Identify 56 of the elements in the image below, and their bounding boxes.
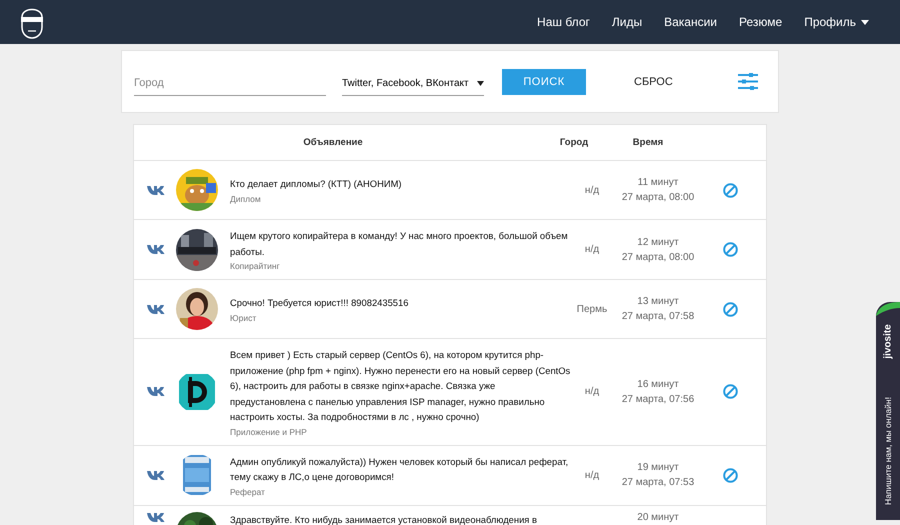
post-date: 27 марта, 07:56 (622, 394, 694, 405)
lead-category: Диплом (230, 194, 262, 204)
nav-link[interactable]: Лиды (600, 11, 654, 33)
nav-link[interactable]: Профиль (793, 11, 880, 33)
vk-icon[interactable] (147, 470, 165, 480)
lead-category: Копирайтинг (230, 261, 281, 271)
lead-category: Приложение и PHP (230, 426, 308, 436)
vk-icon[interactable] (147, 244, 165, 255)
lead-title[interactable]: Всем привет ) Есть старый сервер (CentOs 6), на котором крутится php-приложение (php fpm + nginx). Нужно перенести его на новый сервер (CentOs 6), настроить для работы в связке nginx+apache. Связка уже предустановлена с панелью управления ISP manager, нужно правильно настроить хосты. За подробностями в лс , нужно срочно) (230, 347, 572, 424)
post-date: 27 марта, 07:58 (622, 311, 694, 322)
reset-button[interactable]: СБРОС (628, 74, 679, 88)
lead-title[interactable]: Админ опубликуй пожалуйста)) Нужен человек который бы написал реферат, тему скажу в ЛС,о цене договоримся! (230, 454, 572, 484)
lead-title[interactable]: Ищем крутого копирайтера в команду! У нас много проектов, большой объем работы. (230, 228, 572, 259)
chat-label: Напишите нам, мы онлайн! (883, 396, 893, 505)
post-date: 27 марта, 08:00 (622, 192, 694, 203)
city-field[interactable]: Город (134, 71, 326, 96)
filter-settings-icon[interactable] (738, 73, 758, 90)
vk-icon[interactable] (147, 386, 165, 398)
lead-title[interactable]: Кто делает дипломы? (КТТ) (АНОНИМ) (230, 176, 572, 192)
chat-widget[interactable]: jivosite Напишите нам, мы онлайн! (876, 302, 900, 520)
vk-icon[interactable] (147, 304, 165, 314)
lead-city: н/д (584, 386, 600, 398)
lead-city: н/д (584, 470, 600, 480)
chat-brand: jivosite (882, 324, 894, 360)
caret-icon[interactable] (477, 80, 484, 86)
time-ago: 13 минут (637, 296, 679, 307)
lead-category: Юрист (230, 312, 258, 323)
lead-title[interactable]: Срочно! Требуется юрист!!! 89082435516 (230, 295, 572, 311)
lead-title[interactable]: Здравствуйте. Кто нибудь занимается установкой видеонаблюдения в (230, 512, 572, 525)
nav-link[interactable]: Резюме (728, 11, 794, 33)
nav-link[interactable]: Наш блог (526, 11, 601, 33)
vk-icon[interactable] (147, 512, 165, 522)
column-header: Город (558, 137, 590, 148)
block-icon[interactable] (722, 302, 738, 316)
vk-icon[interactable] (147, 184, 165, 196)
time-ago: 20 минут (637, 512, 679, 522)
post-date: 27 марта, 08:00 (622, 252, 694, 262)
lead-city: н/д (584, 244, 600, 255)
block-icon[interactable] (722, 242, 738, 257)
leaf-icon (876, 302, 900, 316)
caret-icon[interactable] (861, 20, 869, 24)
column-header: Время (632, 137, 664, 148)
block-icon[interactable] (722, 384, 738, 400)
time-ago: 19 минут (637, 462, 679, 473)
time-ago: 11 минут (638, 177, 678, 188)
source-dropdown[interactable]: Twitter, Facebook, ВКонтакт (342, 72, 484, 96)
block-icon[interactable] (722, 182, 738, 198)
time-ago: 16 минут (637, 378, 679, 390)
nav-link[interactable]: Вакансии (653, 11, 728, 33)
lead-category: Реферат (230, 486, 266, 496)
column-header: Объявление (302, 137, 364, 148)
lead-city: н/д (584, 184, 600, 196)
block-icon[interactable] (722, 468, 738, 482)
lead-city: Пермь (576, 304, 608, 314)
post-date: 27 марта, 07:53 (622, 477, 694, 488)
time-ago: 12 минут (637, 236, 679, 248)
